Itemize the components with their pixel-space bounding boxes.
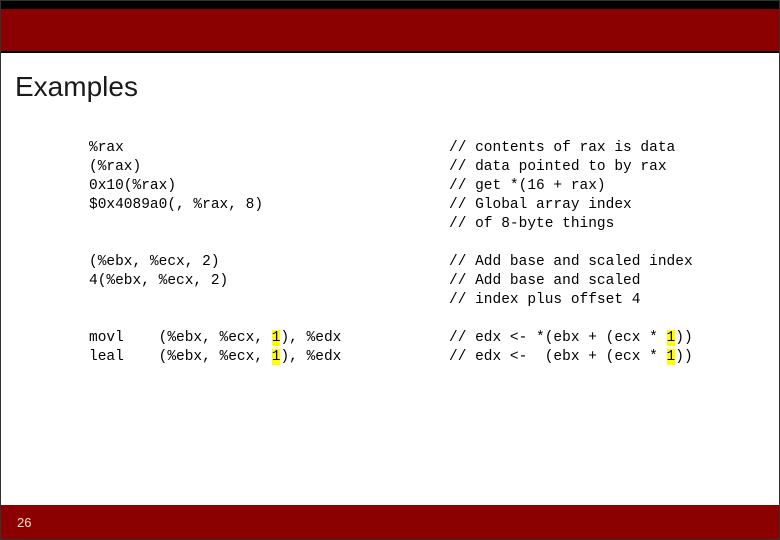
code-comment: // Add base and scaled index [449, 254, 693, 270]
code-comment: // contents of rax is data [449, 140, 675, 156]
code-line: 0x10(%rax) [89, 178, 176, 194]
footer-bar: 26 [1, 505, 779, 539]
code-comment: // edx <- (ebx + (ecx * 1)) [449, 349, 693, 365]
code-line: (%ebx, %ecx, 2) [89, 254, 220, 270]
code-comment: // Add base and scaled [449, 273, 640, 289]
code-comment: // edx <- *(ebx + (ecx * 1)) [449, 330, 693, 346]
code-group-3: movl (%ebx, %ecx, 1), %edx leal (%ebx, %… [89, 329, 779, 367]
slide-title: Examples [1, 53, 779, 103]
code-comment: // data pointed to by rax [449, 159, 667, 175]
code-comment: // index plus offset 4 [449, 292, 640, 308]
code-group-2-right: // Add base and scaled index // Add base… [449, 253, 693, 310]
code-line: 4(%ebx, %ecx, 2) [89, 273, 228, 289]
code-group-1-right: // contents of rax is data // data point… [449, 139, 675, 234]
code-line: (%rax) [89, 159, 141, 175]
code-line: $0x4089a0(, %rax, 8) [89, 197, 263, 213]
code-group-3-right: // edx <- *(ebx + (ecx * 1)) // edx <- (… [449, 329, 693, 367]
highlight: 1 [667, 349, 676, 365]
highlight: 1 [667, 330, 676, 346]
code-group-2: (%ebx, %ecx, 2) 4(%ebx, %ecx, 2) // Add … [89, 253, 779, 310]
header-accent [1, 1, 779, 9]
code-block: %rax (%rax) 0x10(%rax) $0x4089a0(, %rax,… [1, 103, 779, 367]
code-line: leal (%ebx, %ecx, 1), %edx [89, 349, 341, 365]
code-group-2-left: (%ebx, %ecx, 2) 4(%ebx, %ecx, 2) [89, 253, 449, 291]
code-comment: // get *(16 + rax) [449, 178, 606, 194]
page-number: 26 [17, 515, 31, 530]
code-group-1: %rax (%rax) 0x10(%rax) $0x4089a0(, %rax,… [89, 139, 779, 234]
code-line: %rax [89, 140, 124, 156]
code-line: movl (%ebx, %ecx, 1), %edx [89, 330, 341, 346]
code-group-1-left: %rax (%rax) 0x10(%rax) $0x4089a0(, %rax,… [89, 139, 449, 215]
code-comment: // of 8-byte things [449, 216, 614, 232]
code-group-3-left: movl (%ebx, %ecx, 1), %edx leal (%ebx, %… [89, 329, 449, 367]
slide: Examples %rax (%rax) 0x10(%rax) $0x4089a… [0, 0, 780, 540]
header-bar [1, 1, 779, 53]
code-comment: // Global array index [449, 197, 632, 213]
